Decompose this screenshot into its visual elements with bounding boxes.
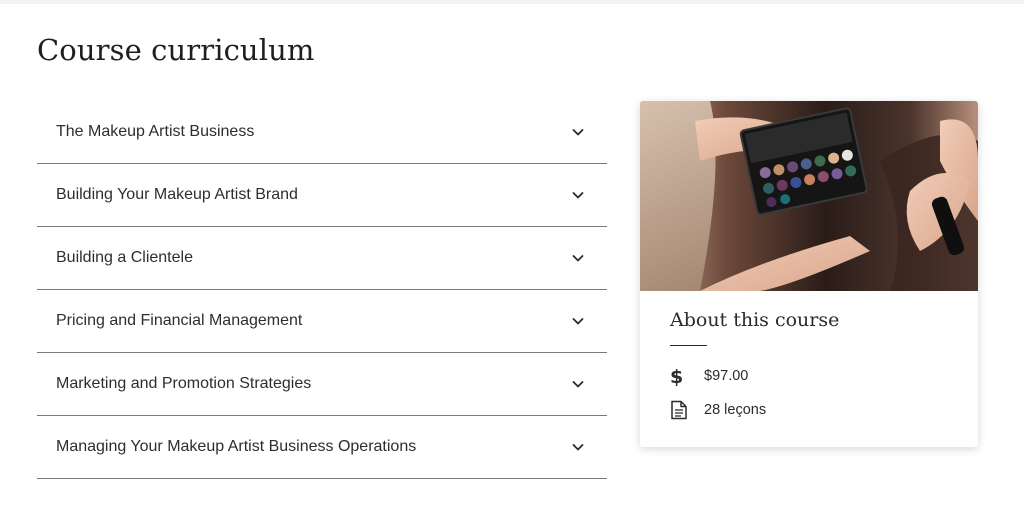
module-label: Building a Clientele bbox=[56, 249, 193, 266]
module-label: Managing Your Makeup Artist Business Ope… bbox=[56, 438, 417, 455]
module-item-makeup-artist-business[interactable]: The Makeup Artist Business bbox=[37, 101, 607, 164]
course-price: $97.00 bbox=[704, 367, 749, 384]
curriculum-accordion: The Makeup Artist Business Building Your… bbox=[37, 101, 607, 479]
module-item-business-operations[interactable]: Managing Your Makeup Artist Business Ope… bbox=[37, 416, 607, 479]
module-label: Building Your Makeup Artist Brand bbox=[56, 186, 298, 203]
lessons-row: 28 leçons bbox=[670, 398, 948, 421]
chevron-down-icon[interactable] bbox=[571, 314, 585, 328]
svg-text:$: $ bbox=[670, 366, 683, 386]
module-item-marketing-promotion[interactable]: Marketing and Promotion Strategies bbox=[37, 353, 607, 416]
module-item-building-clientele[interactable]: Building a Clientele bbox=[37, 227, 607, 290]
module-item-pricing-financial[interactable]: Pricing and Financial Management bbox=[37, 290, 607, 353]
module-label: Pricing and Financial Management bbox=[56, 312, 303, 329]
chevron-down-icon[interactable] bbox=[571, 251, 585, 265]
module-label: The Makeup Artist Business bbox=[56, 123, 255, 140]
about-course-title: About this course bbox=[670, 309, 840, 331]
chevron-down-icon[interactable] bbox=[571, 125, 585, 139]
chevron-down-icon[interactable] bbox=[571, 377, 585, 391]
page-title: Course curriculum bbox=[37, 33, 315, 67]
chevron-down-icon[interactable] bbox=[571, 440, 585, 454]
top-bar bbox=[0, 0, 1024, 4]
about-course-card: About this course $ $97.00 28 leçons bbox=[640, 101, 978, 447]
course-cover-image bbox=[640, 101, 978, 291]
chevron-down-icon[interactable] bbox=[571, 188, 585, 202]
module-label: Marketing and Promotion Strategies bbox=[56, 375, 312, 392]
price-row: $ $97.00 bbox=[670, 364, 948, 387]
document-icon bbox=[670, 400, 688, 420]
title-divider bbox=[670, 345, 707, 346]
module-item-building-brand[interactable]: Building Your Makeup Artist Brand bbox=[37, 164, 607, 227]
dollar-icon: $ bbox=[670, 366, 688, 386]
lesson-count: 28 leçons bbox=[704, 401, 767, 418]
